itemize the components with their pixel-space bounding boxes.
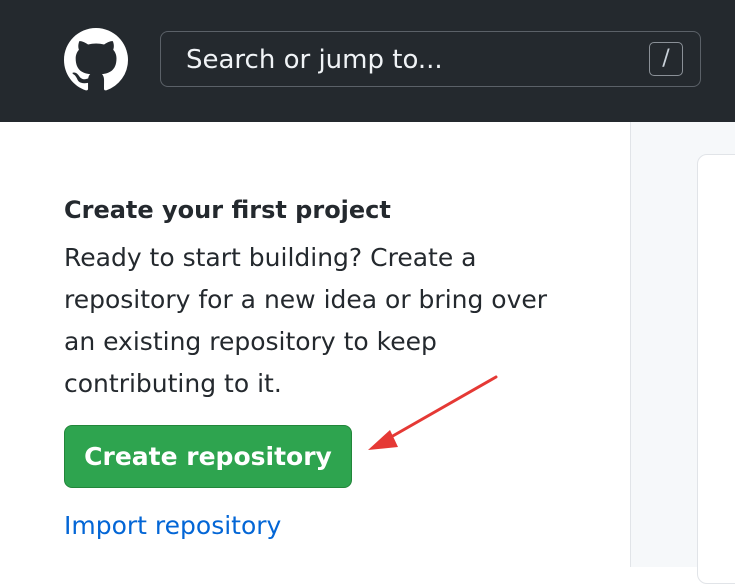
right-panel-card bbox=[697, 154, 735, 584]
description-line: an existing repository to keep bbox=[64, 327, 437, 356]
right-panel bbox=[630, 122, 735, 584]
keyboard-shortcut-badge: / bbox=[649, 42, 683, 76]
description-line: contributing to it. bbox=[64, 369, 282, 398]
top-header: Search or jump to... / bbox=[0, 0, 735, 122]
import-repository-link[interactable]: Import repository bbox=[64, 510, 281, 542]
description-line: repository for a new idea or bring over bbox=[64, 285, 548, 314]
search-input[interactable]: Search or jump to... / bbox=[160, 31, 701, 87]
section-description: Ready to start building? Create a reposi… bbox=[64, 237, 564, 405]
section-title: Create your first project bbox=[64, 196, 391, 224]
github-logo-icon[interactable] bbox=[64, 28, 128, 92]
description-line: Ready to start building? Create a bbox=[64, 243, 477, 272]
create-repository-button[interactable]: Create repository bbox=[64, 425, 352, 488]
search-placeholder: Search or jump to... bbox=[186, 45, 443, 75]
